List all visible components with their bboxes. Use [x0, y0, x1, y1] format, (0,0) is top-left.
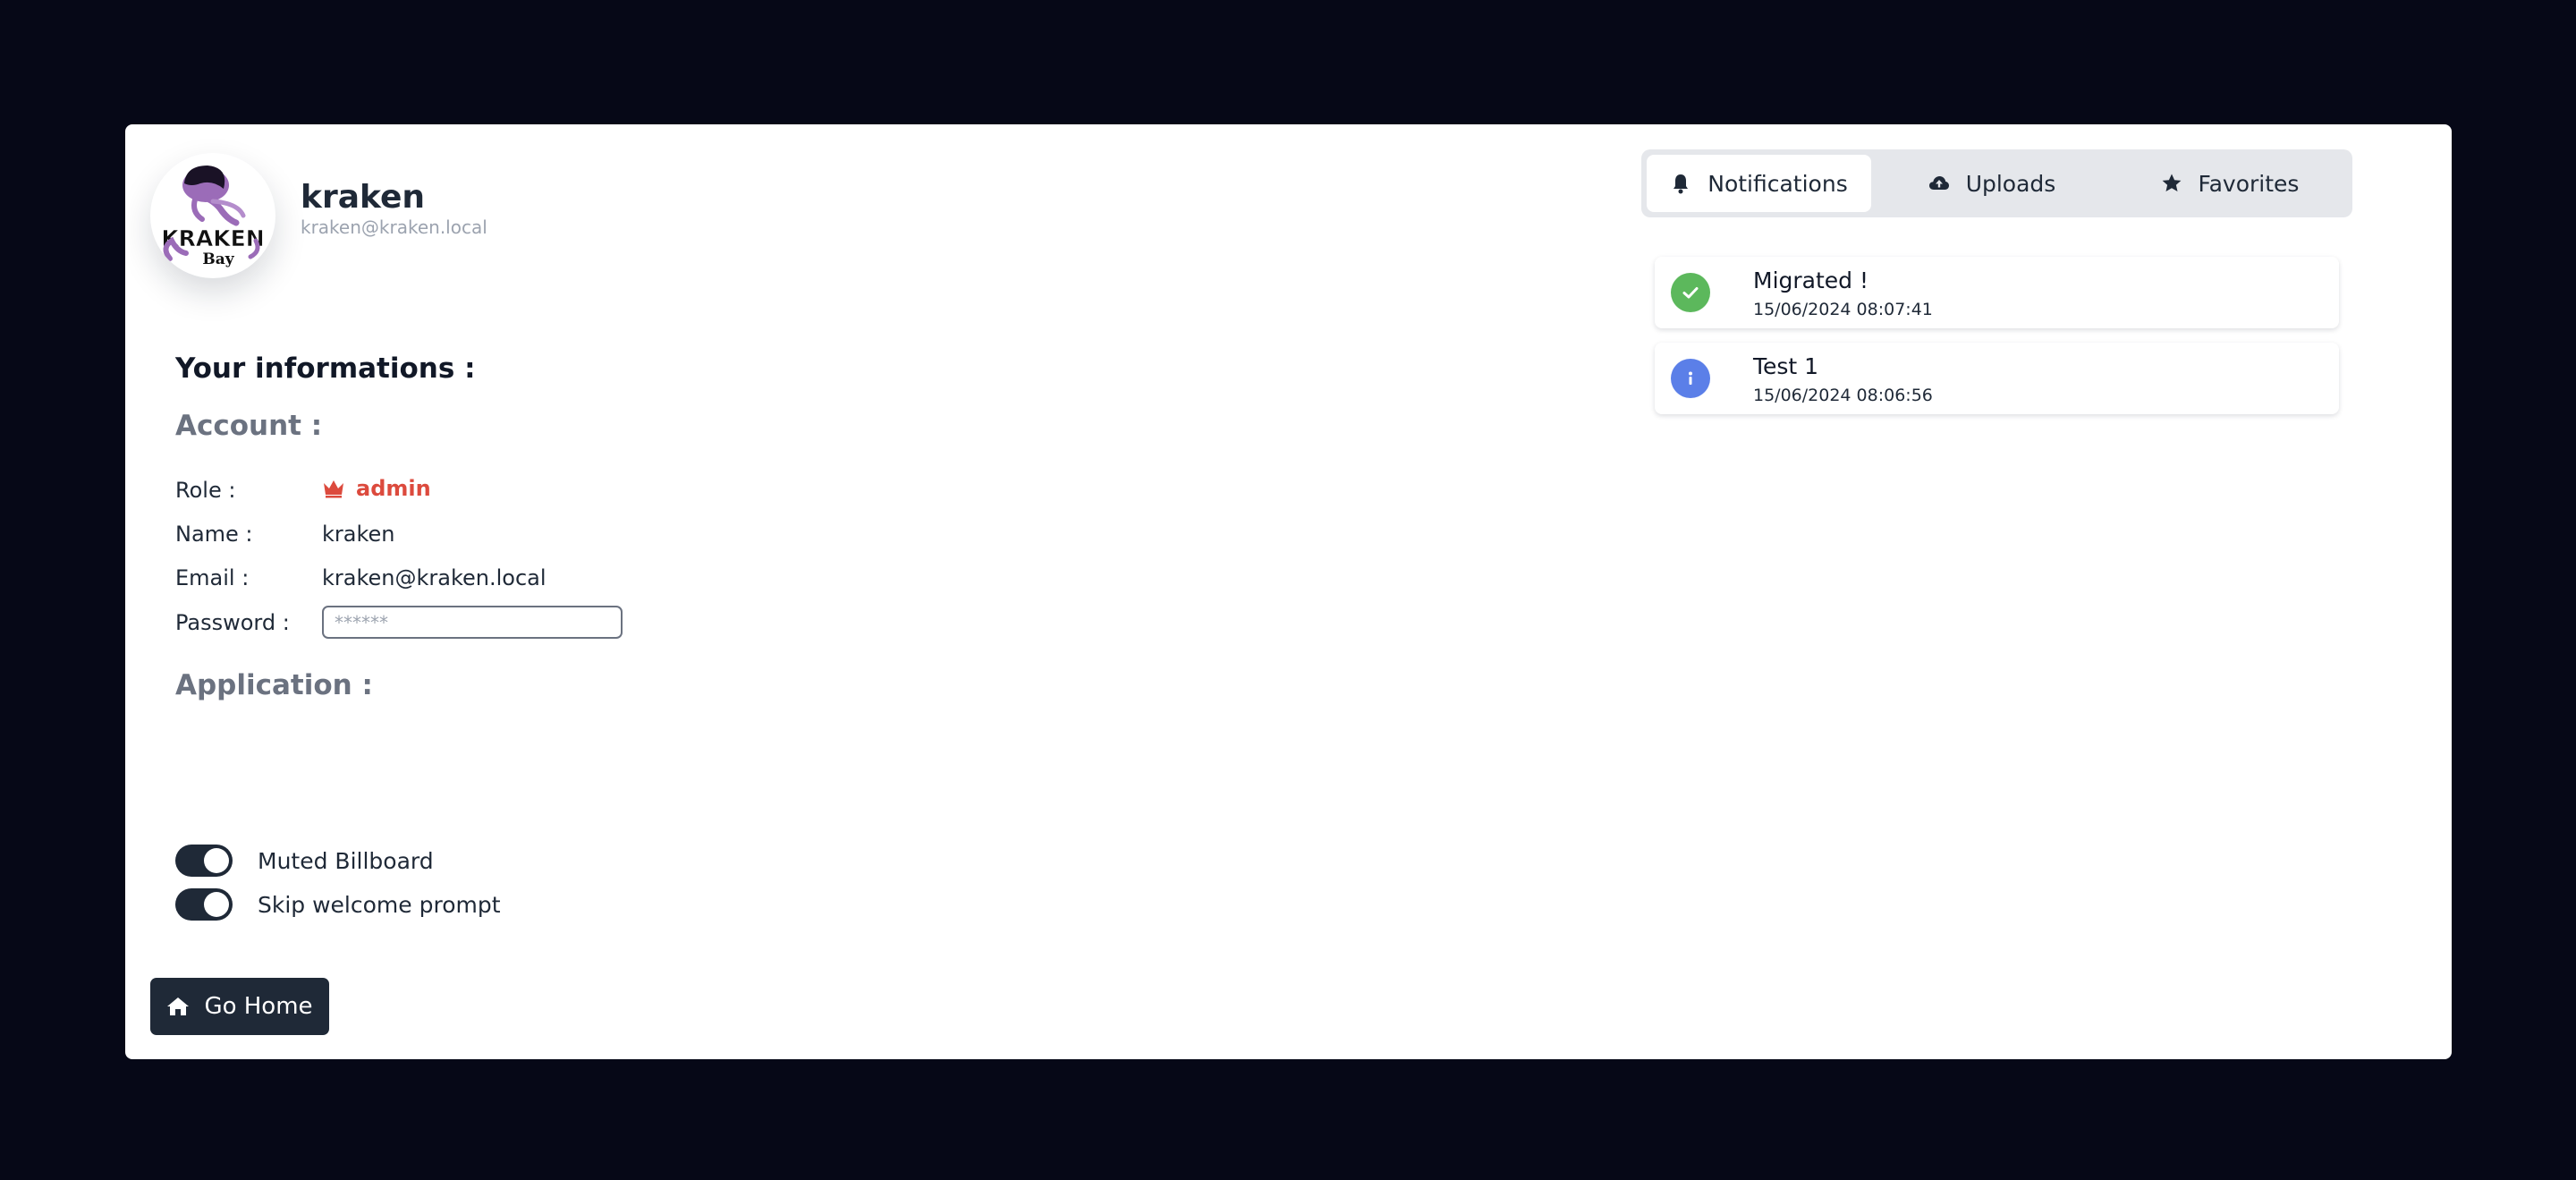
toggle-knob	[204, 848, 229, 873]
notification-time: 15/06/2024 08:06:56	[1753, 386, 1933, 405]
cloud-upload-icon	[1928, 173, 1950, 194]
skip-welcome-toggle[interactable]	[175, 888, 233, 921]
application-heading: Application :	[175, 669, 373, 701]
email-value: kraken@kraken.local	[322, 565, 547, 590]
profile-email: kraken@kraken.local	[301, 216, 487, 238]
tab-notifications-label: Notifications	[1707, 170, 1848, 197]
skip-welcome-label: Skip welcome prompt	[258, 891, 501, 918]
toggle-row-skip-welcome: Skip welcome prompt	[175, 888, 501, 921]
tab-favorites[interactable]: Favorites	[2113, 155, 2347, 212]
bell-icon	[1670, 173, 1691, 194]
kraken-bay-logo: KRAKEN Bay	[161, 166, 265, 268]
role-value-text: admin	[356, 476, 431, 501]
tab-uploads[interactable]: Uploads	[1871, 155, 2113, 212]
password-input[interactable]	[322, 606, 623, 639]
go-home-label: Go Home	[204, 993, 313, 1020]
tab-notifications[interactable]: Notifications	[1647, 155, 1871, 212]
notification-item[interactable]: Test 1 15/06/2024 08:06:56	[1655, 343, 2339, 414]
profile-username: kraken	[301, 179, 426, 216]
check-circle-icon	[1671, 273, 1710, 312]
password-label: Password :	[175, 610, 290, 635]
muted-billboard-toggle[interactable]	[175, 845, 233, 877]
star-icon	[2161, 173, 2182, 194]
tab-favorites-label: Favorites	[2198, 170, 2300, 197]
muted-billboard-label: Muted Billboard	[258, 847, 434, 874]
role-label: Role :	[175, 478, 236, 503]
logo-text-bay: Bay	[202, 250, 234, 268]
go-home-button[interactable]: Go Home	[150, 978, 329, 1035]
tab-bar: Notifications Uploads Favorites	[1641, 149, 2352, 217]
toggle-knob	[204, 892, 229, 917]
notification-title: Test 1	[1753, 353, 1819, 379]
tab-uploads-label: Uploads	[1965, 170, 2056, 197]
email-label: Email :	[175, 565, 250, 590]
avatar: KRAKEN Bay	[150, 153, 275, 278]
notification-time: 15/06/2024 08:07:41	[1753, 300, 1933, 319]
profile-card: KRAKEN Bay kraken kraken@kraken.local Yo…	[125, 124, 2452, 1059]
name-label: Name :	[175, 522, 253, 547]
crown-icon	[322, 479, 345, 498]
account-heading: Account :	[175, 410, 323, 442]
home-icon	[166, 997, 190, 1016]
notification-item[interactable]: Migrated ! 15/06/2024 08:07:41	[1655, 257, 2339, 328]
name-value: kraken	[322, 522, 395, 547]
informations-title: Your informations :	[175, 352, 476, 385]
info-circle-icon	[1671, 359, 1710, 398]
role-value: admin	[322, 478, 431, 499]
notification-title: Migrated !	[1753, 267, 1869, 293]
toggle-row-muted-billboard: Muted Billboard	[175, 845, 434, 877]
